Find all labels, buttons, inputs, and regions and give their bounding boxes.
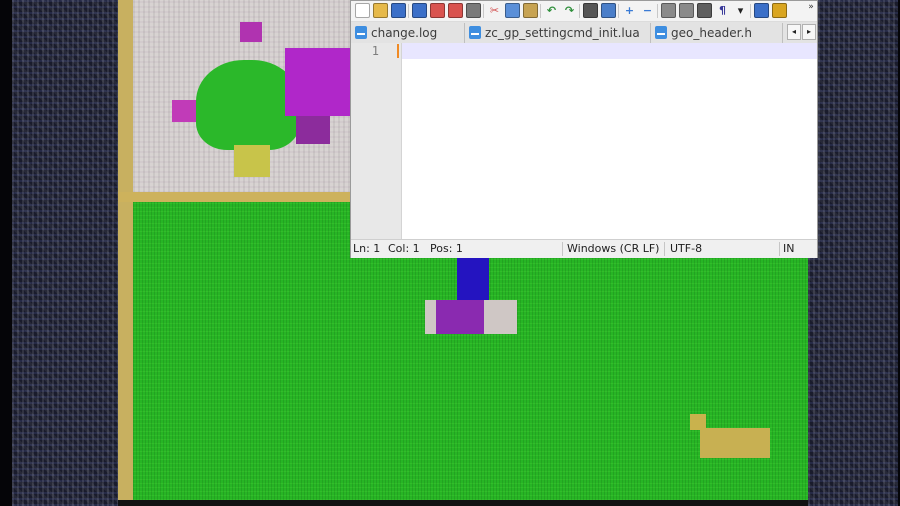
status-insert-mode[interactable]: IN — [783, 240, 794, 258]
magenta-spot — [172, 100, 198, 122]
toolbar-separator — [750, 4, 751, 18]
status-eol-format[interactable]: Windows (CR LF) — [567, 240, 659, 258]
zoom-out-icon[interactable]: − — [640, 3, 655, 18]
indent-guide-icon[interactable] — [754, 3, 769, 18]
static-noise-right — [808, 0, 898, 506]
new-file-icon[interactable] — [355, 3, 370, 18]
static-noise-left — [12, 0, 118, 506]
status-line: Ln: 1 — [353, 242, 381, 255]
toolbar-separator — [657, 4, 658, 18]
tab-scroll-left-button[interactable]: ◂ — [787, 24, 801, 40]
tab-scroll-right-button[interactable]: ▸ — [802, 24, 816, 40]
zoom-in-icon[interactable]: + — [622, 3, 637, 18]
status-encoding[interactable]: UTF-8 — [670, 240, 702, 258]
tab-geo-header[interactable]: geo_header.h — [651, 23, 783, 43]
paste-icon[interactable] — [523, 3, 538, 18]
sync-horizontal-icon[interactable] — [679, 3, 694, 18]
purple-sprite-shadow — [296, 116, 330, 144]
word-wrap-icon[interactable] — [697, 3, 712, 18]
save-icon[interactable] — [391, 3, 406, 18]
purple-sprite — [285, 48, 351, 116]
sync-vertical-icon[interactable] — [661, 3, 676, 18]
screen-edge-left — [0, 0, 12, 506]
find-icon[interactable] — [583, 3, 598, 18]
tab-label: geo_header.h — [671, 26, 752, 40]
tab-label: change.log — [371, 26, 438, 40]
toolbar-separator — [483, 4, 484, 18]
text-caret — [397, 44, 399, 58]
tree-trunk — [234, 145, 270, 177]
yellow-border-left — [118, 0, 133, 506]
status-divider — [562, 242, 563, 256]
copy-icon[interactable] — [505, 3, 520, 18]
replace-icon[interactable] — [601, 3, 616, 18]
file-icon — [355, 26, 367, 39]
status-divider — [779, 242, 780, 256]
file-icon — [469, 26, 481, 39]
text-editor-window: ✂ ↶ ↷ + − ¶ ▾ » change.log zc_gp_settingcmd_in… — [350, 0, 818, 258]
tab-label: zc_gp_settingcmd_init.lua — [485, 26, 640, 40]
blue-post-sprite — [457, 258, 489, 304]
open-file-icon[interactable] — [373, 3, 388, 18]
dropdown-arrow-icon[interactable]: ▾ — [733, 3, 748, 18]
save-all-icon[interactable] — [412, 3, 427, 18]
line-number-gutter: 1 — [351, 43, 402, 239]
toolbar-separator — [618, 4, 619, 18]
close-all-icon[interactable] — [448, 3, 463, 18]
editor-text-area[interactable]: 1 — [351, 43, 817, 239]
status-column: Col: 1 — [388, 242, 420, 255]
bottom-edge — [118, 500, 808, 506]
user-language-icon[interactable] — [772, 3, 787, 18]
line-number: 1 — [371, 44, 379, 58]
undo-icon[interactable]: ↶ — [544, 3, 559, 18]
yellow-patch — [690, 414, 706, 430]
yellow-patch — [700, 428, 770, 458]
print-icon[interactable] — [466, 3, 481, 18]
show-all-characters-icon[interactable]: ¶ — [715, 3, 730, 18]
magenta-spot — [240, 22, 262, 42]
cut-icon[interactable]: ✂ — [487, 3, 502, 18]
toolbar: ✂ ↶ ↷ + − ¶ ▾ » — [351, 1, 817, 22]
tab-bar: change.log zc_gp_settingcmd_init.lua geo… — [351, 22, 817, 44]
character-sprite — [436, 300, 484, 334]
close-icon[interactable] — [430, 3, 445, 18]
tab-zc-gp-settingcmd-init[interactable]: zc_gp_settingcmd_init.lua — [465, 23, 651, 43]
status-bar: Ln: 1 Col: 1 Pos: 1 Windows (CR LF) UTF-… — [351, 239, 817, 258]
redo-icon[interactable]: ↷ — [562, 3, 577, 18]
toolbar-overflow-icon[interactable]: » — [806, 1, 816, 17]
current-line-highlight[interactable] — [402, 43, 817, 59]
toolbar-separator — [579, 4, 580, 18]
status-divider — [664, 242, 665, 256]
tab-change-log[interactable]: change.log — [351, 23, 465, 43]
file-icon — [655, 26, 667, 39]
status-position: Pos: 1 — [430, 242, 463, 255]
toolbar-separator — [408, 4, 409, 18]
toolbar-separator — [540, 4, 541, 18]
